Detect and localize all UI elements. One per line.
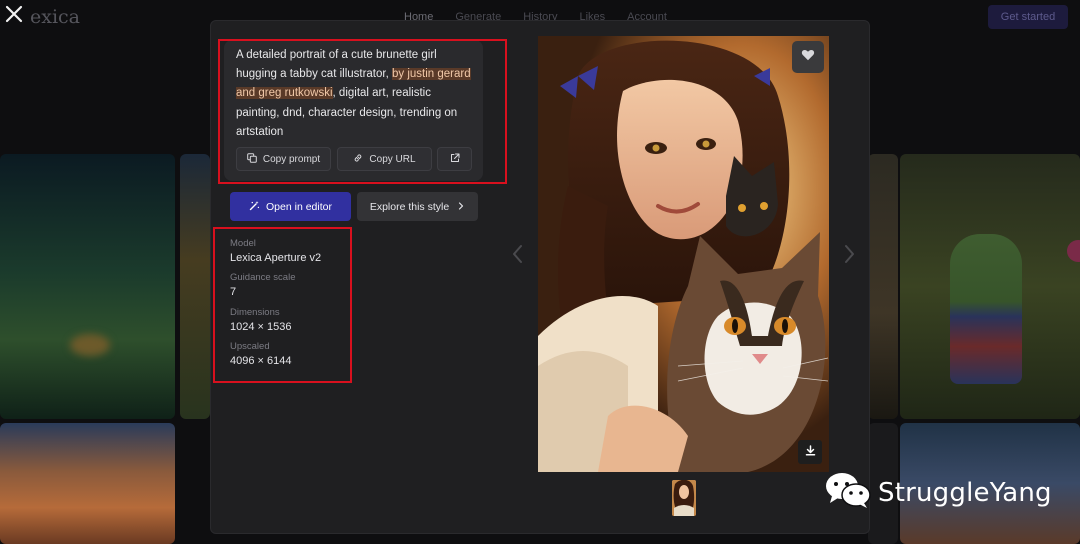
guidance-scale-field: Guidance scale 7 xyxy=(230,272,295,299)
background-tile[interactable] xyxy=(0,423,175,544)
explore-style-label: Explore this style xyxy=(369,200,450,213)
guidance-scale-value: 7 xyxy=(230,286,237,298)
get-started-button[interactable]: Get started xyxy=(988,5,1068,29)
chevron-right-icon xyxy=(457,201,465,213)
explore-style-button[interactable]: Explore this style xyxy=(357,192,478,221)
model-label: Model xyxy=(230,238,256,249)
background-tile[interactable] xyxy=(900,154,1080,419)
copy-prompt-button[interactable]: Copy prompt xyxy=(236,147,331,171)
guidance-scale-label: Guidance scale xyxy=(230,272,296,283)
background-tile[interactable] xyxy=(180,154,210,419)
open-in-editor-button[interactable]: Open in editor xyxy=(230,192,351,221)
copy-url-button[interactable]: Copy URL xyxy=(337,147,432,171)
dimensions-label: Dimensions xyxy=(230,307,280,318)
external-link-icon xyxy=(450,153,460,166)
upscaled-label: Upscaled xyxy=(230,341,270,352)
heart-icon xyxy=(801,48,815,67)
dimensions-value: 1024 × 1536 xyxy=(230,321,292,333)
upscaled-field: Upscaled 4096 × 6144 xyxy=(230,341,291,368)
model-field: Model Lexica Aperture v2 xyxy=(230,238,321,265)
wechat-icon xyxy=(824,470,872,515)
prompt-text: A detailed portrait of a cute brunette g… xyxy=(236,46,476,142)
download-icon xyxy=(805,443,816,461)
model-value: Lexica Aperture v2 xyxy=(230,252,322,264)
open-external-button[interactable] xyxy=(437,147,472,171)
watermark-text: StruggleYang xyxy=(878,477,1052,508)
like-button[interactable] xyxy=(792,41,824,73)
link-icon xyxy=(353,153,363,166)
magic-wand-icon xyxy=(249,200,260,214)
chevron-left-icon[interactable] xyxy=(511,244,525,264)
watermark: StruggleYang xyxy=(824,470,1052,515)
generated-image[interactable] xyxy=(538,36,829,472)
background-tile[interactable] xyxy=(868,154,898,419)
copy-icon xyxy=(247,152,257,166)
background-logo: exica xyxy=(30,6,81,28)
image-thumbnail[interactable] xyxy=(672,480,696,516)
dimensions-field: Dimensions 1024 × 1536 xyxy=(230,307,291,334)
chevron-right-icon[interactable] xyxy=(842,244,856,264)
open-in-editor-label: Open in editor xyxy=(266,200,332,213)
copy-url-label: Copy URL xyxy=(369,153,416,165)
background-tile[interactable] xyxy=(0,154,175,419)
download-button[interactable] xyxy=(798,440,822,464)
close-icon[interactable] xyxy=(4,4,24,24)
upscaled-value: 4096 × 6144 xyxy=(230,355,292,367)
copy-prompt-label: Copy prompt xyxy=(262,153,321,165)
portrait-artwork xyxy=(538,36,829,472)
lexica-image-view: exica Home Generate History Likes Accoun… xyxy=(0,0,1080,544)
